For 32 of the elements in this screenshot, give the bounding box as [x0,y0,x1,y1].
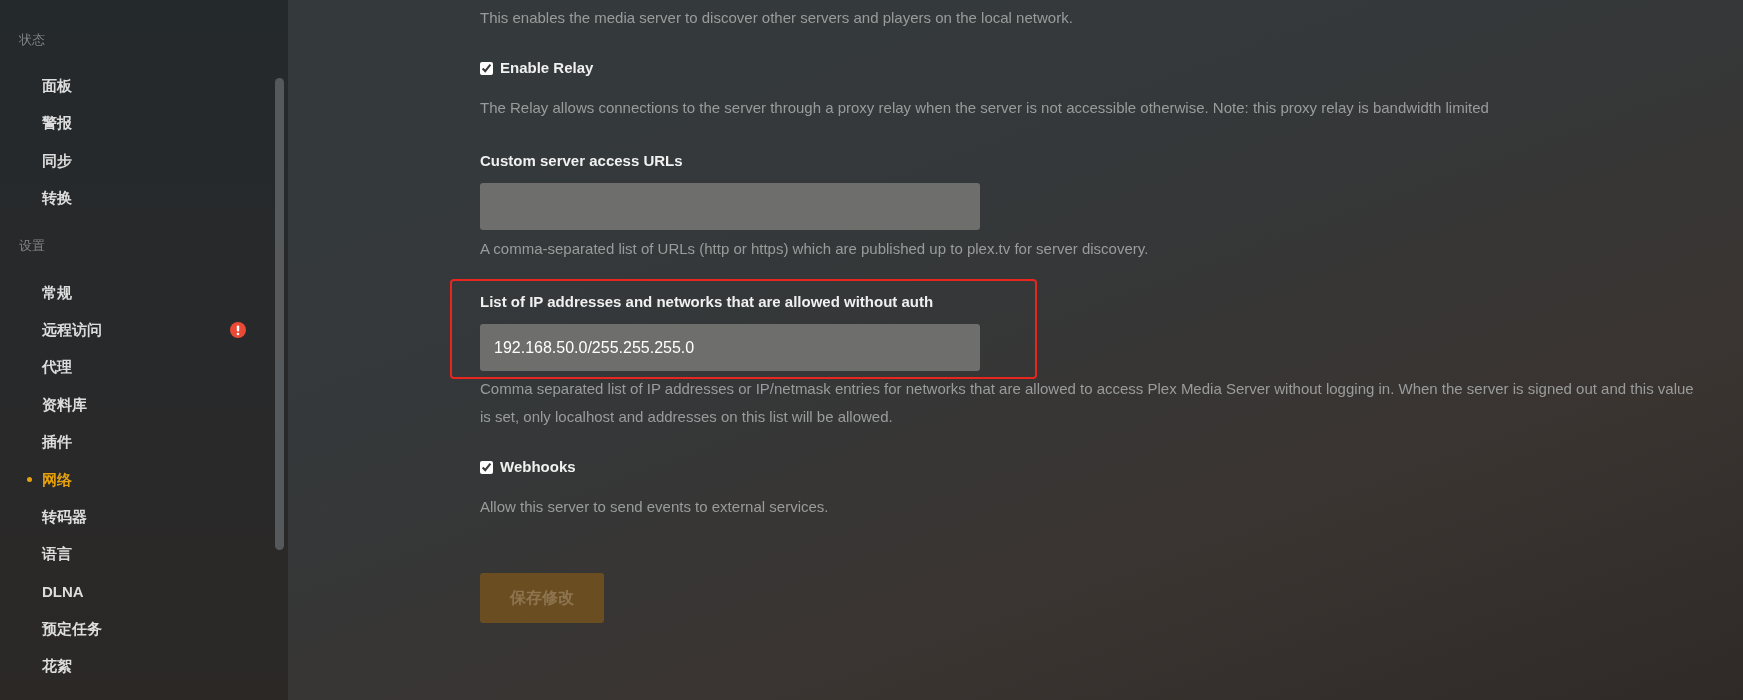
description-text: The Relay allows connections to the server through a proxy relay when the server is not accessible otherwise. Note: this proxy relay is bandwidth limited [480,98,1490,118]
checkbox[interactable] [480,460,493,474]
field-label: Custom server access URLs [480,151,684,171]
sidebar-item[interactable]: 代理 [0,348,250,386]
sidebar-item[interactable]: DLNA [0,572,250,611]
description-text: Allow this server to send events to external services. [480,497,830,517]
sidebar-item[interactable]: 花絮 [0,647,250,685]
sidebar-item[interactable]: 面板 [0,67,250,105]
checkbox[interactable] [480,61,493,75]
sidebar-item[interactable]: 转码器 [0,497,250,536]
sidebar-item[interactable]: 资料库 [0,385,250,424]
scrollbar-thumb[interactable] [275,78,284,550]
description-text: A comma-separated list of URLs (http or https) which are published up to plex.tv for server discovery. [480,239,1150,259]
sidebar-item[interactable]: 插件 [0,423,250,461]
description-text: This enables the media server to discover other servers and players on the local network. [480,8,1074,28]
sidebar-item[interactable]: 转换 [0,179,250,217]
text-field[interactable]: 192.168.50.0/255.255.255.0 [480,324,980,371]
sidebar-item[interactable]: 语言 [0,535,250,573]
description-text: Comma separated list of IP addresses or IP/netmask entries for networks that are allowed to access Plex Media Server without logging in. When the server is signed out and this value is set, only localhost and addresses on this list will be allowed. [480,379,1695,427]
field-label: List of IP addresses and networks that are allowed without auth [480,292,935,312]
text-field[interactable] [480,183,980,230]
sidebar-item[interactable]: 远程访问 [0,310,250,349]
sidebar-item[interactable]: 同步 [0,141,250,180]
checkbox-label: Enable Relay [500,58,594,78]
sidebar-item[interactable]: 网络 [0,460,250,498]
sidebar-item[interactable]: 常规 [0,273,250,311]
checkbox-label: Webhooks [500,457,576,477]
section-header: 状态 [18,31,46,49]
sidebar-item[interactable]: 警报 [0,104,250,142]
section-header: 设置 [18,236,46,255]
selected-dot [27,476,32,482]
sidebar-item[interactable]: 预定任务 [0,610,250,648]
